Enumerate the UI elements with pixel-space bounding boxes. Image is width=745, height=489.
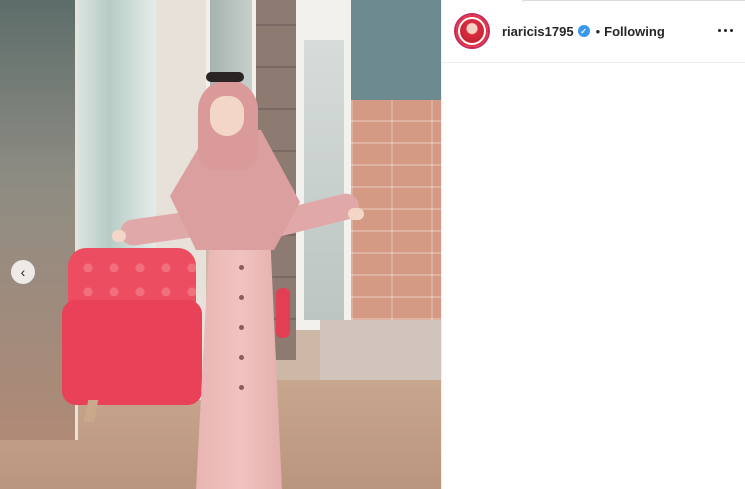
dress-button	[239, 355, 244, 360]
separator-dot: •	[595, 23, 601, 39]
username-link[interactable]: riaricis1795	[502, 24, 574, 39]
dress-button	[239, 295, 244, 300]
more-options-icon-dot	[723, 28, 727, 32]
avatar[interactable]	[454, 13, 490, 49]
person-face	[210, 96, 244, 136]
dress-button	[239, 265, 244, 270]
verified-badge-icon: ✓	[577, 25, 590, 37]
more-options-button[interactable]	[714, 20, 736, 40]
dress-button	[239, 325, 244, 330]
dress-button	[239, 385, 244, 390]
avatar-image	[458, 17, 486, 45]
post-photo[interactable]: ‹	[0, 0, 441, 489]
chevron-left-icon: ‹	[20, 264, 26, 280]
photo-person	[110, 70, 370, 489]
following-button[interactable]: Following	[604, 24, 665, 39]
carousel-prev-button[interactable]: ‹	[11, 260, 35, 284]
post-sidebar: riaricis1795 ✓ • Following	[441, 0, 745, 489]
person-sunglasses	[206, 72, 244, 82]
person-left-hand	[112, 230, 126, 242]
more-options-icon	[717, 28, 721, 32]
more-options-icon-dot	[729, 28, 733, 32]
person-right-hand	[348, 208, 364, 220]
post-header: riaricis1795 ✓ • Following	[442, 0, 745, 63]
